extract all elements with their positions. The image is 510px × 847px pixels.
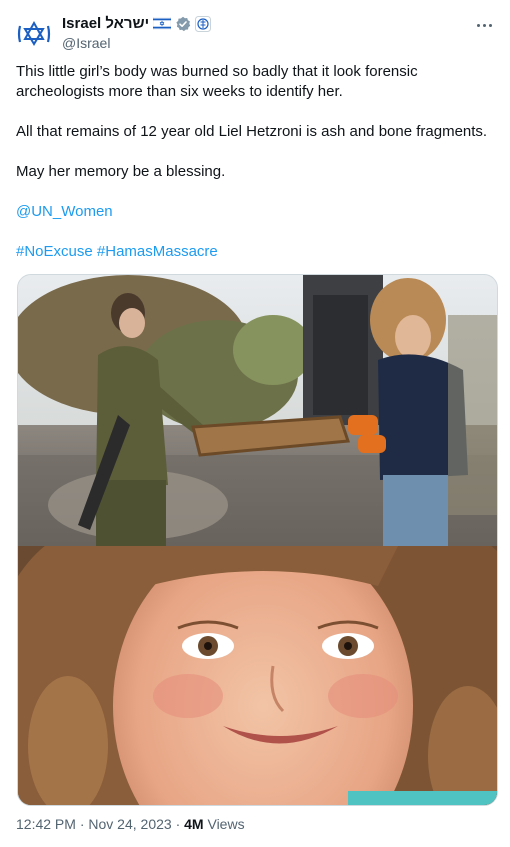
- government-emblem-icon[interactable]: [195, 15, 212, 32]
- views-count: 4M: [184, 816, 204, 832]
- views-label: Views: [207, 816, 245, 832]
- post-media[interactable]: [17, 274, 498, 806]
- post-meta: 12:42 PM · Nov 24, 2023 · 4M Views: [16, 816, 245, 832]
- post-paragraph: May her memory be a blessing.: [16, 163, 226, 180]
- post-header: Israel ישראל @Israel: [14, 12, 498, 54]
- post-paragraph: All that remains of 12 year old Liel Het…: [16, 123, 488, 140]
- post-card: Israel ישראל @Israel This little girl’s …: [0, 0, 510, 847]
- author-name-row[interactable]: Israel ישראל: [62, 15, 212, 32]
- meta-separator: ·: [79, 816, 85, 832]
- mention-link[interactable]: @UN_Women: [16, 203, 113, 220]
- meta-separator: ·: [175, 816, 181, 832]
- post-text: This little girl’s body was burned so ba…: [16, 62, 496, 262]
- avatar[interactable]: [14, 14, 54, 54]
- hashtag-link[interactable]: #NoExcuse: [16, 243, 93, 260]
- photo-soldier-sifting-ash[interactable]: [18, 275, 497, 546]
- post-time[interactable]: 12:42 PM: [16, 816, 76, 832]
- post-paragraph: This little girl’s body was burned so ba…: [16, 63, 418, 100]
- photo-smiling-girl-portrait[interactable]: [18, 546, 497, 805]
- post-date[interactable]: Nov 24, 2023: [88, 816, 171, 832]
- star-of-david-icon: [15, 15, 53, 53]
- author-handle[interactable]: @Israel: [62, 35, 110, 51]
- hashtag-link[interactable]: #HamasMassacre: [97, 243, 218, 260]
- more-options-icon[interactable]: [472, 16, 496, 34]
- author-display-name[interactable]: Israel ישראל: [62, 15, 149, 32]
- israel-flag-icon: [152, 16, 172, 31]
- verified-badge-icon[interactable]: [175, 16, 191, 32]
